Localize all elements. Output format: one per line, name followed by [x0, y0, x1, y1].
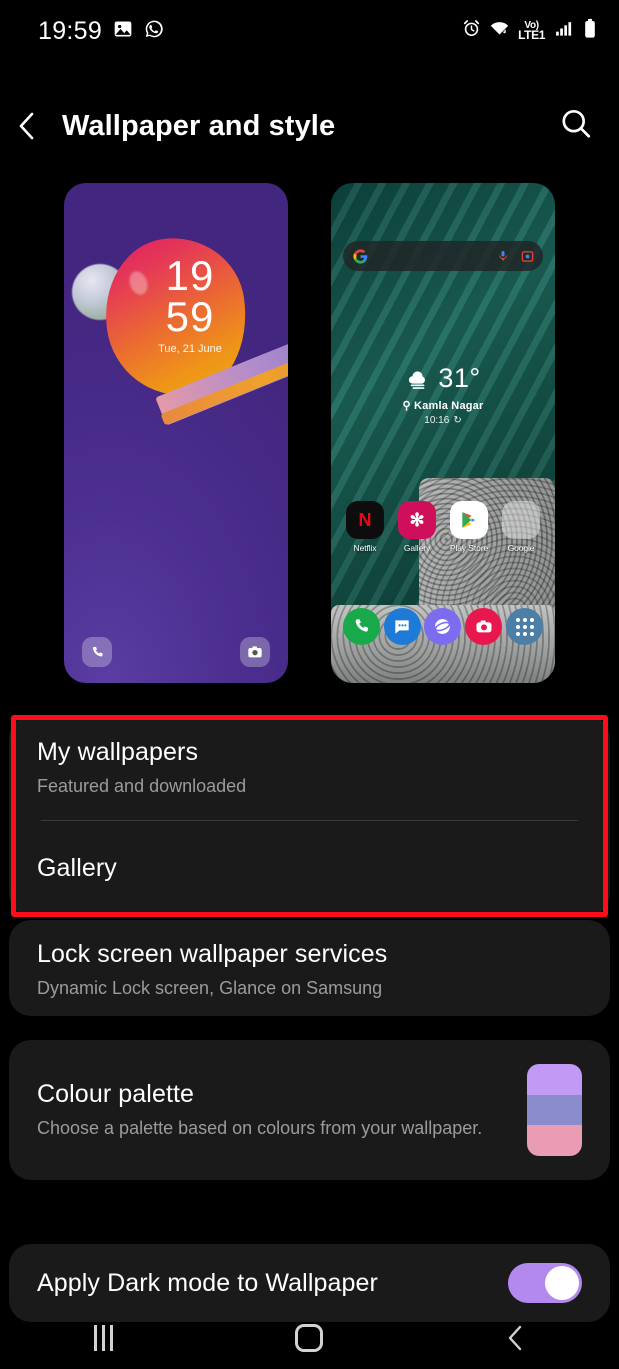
- swatch-band-1: [527, 1064, 582, 1095]
- search-icon: [562, 109, 591, 138]
- cloudy-icon: [409, 370, 426, 389]
- weather-widget[interactable]: 31° ⚲ Kamla Nagar 10:16 ↻: [331, 363, 555, 426]
- gallery-row[interactable]: Gallery: [9, 821, 610, 916]
- phone-screen: 19:59 Vo) LTE1 Wallpaper and style 19 59…: [0, 0, 619, 1369]
- weather-updated-time: 10:16 ↻: [424, 415, 462, 426]
- google-search-bar[interactable]: [343, 241, 543, 271]
- weather-main-row: 31°: [331, 363, 555, 394]
- dark-mode-toggle[interactable]: [508, 1263, 582, 1303]
- search-button[interactable]: [559, 107, 593, 146]
- swatch-band-2: [527, 1094, 582, 1126]
- home-app-row: N Netflix ✻ Gallery Play Store Google: [331, 501, 555, 553]
- app-label: Gallery: [403, 543, 431, 553]
- whatsapp-icon: [144, 19, 164, 44]
- google-g-icon: [353, 248, 368, 264]
- microphone-icon[interactable]: [497, 249, 509, 263]
- alarm-icon: [462, 19, 481, 43]
- lock-screen-services-title: Lock screen wallpaper services: [37, 939, 388, 968]
- camera-shortcut-icon[interactable]: [240, 637, 270, 667]
- status-bar-right: Vo) LTE1: [462, 18, 597, 44]
- navigation-bar: [0, 1307, 619, 1369]
- app-item[interactable]: N Netflix: [342, 501, 388, 553]
- colour-palette-row[interactable]: Colour palette Choose a palette based on…: [9, 1040, 610, 1180]
- back-icon: [508, 1325, 522, 1351]
- home-button[interactable]: [264, 1324, 354, 1352]
- status-bar-clock: 19:59: [38, 16, 103, 45]
- phone-shortcut-icon[interactable]: [82, 637, 112, 667]
- app-label: Google: [507, 543, 535, 553]
- dark-mode-text: Apply Dark mode to Wallpaper: [37, 1269, 508, 1298]
- colour-palette-subtitle: Choose a palette based on colours from y…: [37, 1117, 483, 1138]
- recents-icon: [93, 1325, 113, 1351]
- refresh-icon[interactable]: ↻: [453, 415, 461, 426]
- swatch-band-3: [527, 1125, 582, 1156]
- image-icon: [113, 19, 133, 44]
- my-wallpapers-title: My wallpapers: [37, 737, 199, 766]
- colour-palette-title: Colour palette: [37, 1079, 195, 1108]
- google-lens-icon[interactable]: [521, 250, 534, 263]
- home-screen-preview[interactable]: 31° ⚲ Kamla Nagar 10:16 ↻ N Netflix ✻ Ga…: [331, 183, 555, 683]
- lock-screen-shortcuts: [64, 637, 288, 667]
- my-wallpapers-text: My wallpapers Featured and downloaded: [37, 738, 582, 798]
- my-wallpapers-subtitle: Featured and downloaded: [37, 775, 247, 796]
- weather-temperature: 31°: [438, 363, 481, 393]
- gallery-text: Gallery: [37, 854, 582, 883]
- colour-palette-swatch[interactable]: [527, 1064, 582, 1156]
- pin-icon: ⚲: [402, 400, 411, 412]
- app-item[interactable]: ✻ Gallery: [394, 501, 440, 553]
- colour-palette-text: Colour palette Choose a palette based on…: [37, 1080, 509, 1140]
- app-header: Wallpaper and style: [0, 95, 619, 157]
- wallpaper-previews: 19 59 Tue, 21 June 31° ⚲ Kamla Nagar 10:…: [0, 183, 619, 683]
- colour-palette-card[interactable]: Colour palette Choose a palette based on…: [9, 1040, 610, 1180]
- toggle-knob: [545, 1266, 579, 1300]
- netflix-icon: N: [346, 501, 384, 539]
- signal-icon: [553, 19, 575, 43]
- volte-indicator: Vo) LTE1: [518, 19, 545, 43]
- wifi-icon: [489, 19, 510, 43]
- gallery-title: Gallery: [37, 854, 117, 882]
- phone-icon[interactable]: [342, 608, 380, 645]
- lock-screen-services-text: Lock screen wallpaper services Dynamic L…: [37, 940, 582, 1000]
- lock-screen-services-subtitle: Dynamic Lock screen, Glance on Samsung: [37, 977, 383, 998]
- messages-icon[interactable]: [383, 608, 421, 645]
- wallpaper-sources-card: My wallpapers Featured and downloaded Ga…: [9, 716, 610, 916]
- weather-location: ⚲ Kamla Nagar: [402, 400, 484, 412]
- status-bar-left: 19:59: [38, 17, 164, 46]
- play-store-icon: [450, 501, 488, 539]
- status-bar: 19:59 Vo) LTE1: [0, 0, 619, 62]
- page-title: Wallpaper and style: [62, 109, 336, 142]
- chevron-left-icon: [19, 112, 34, 140]
- back-button[interactable]: [0, 110, 54, 142]
- recents-button[interactable]: [58, 1325, 148, 1351]
- gallery-icon: ✻: [398, 501, 436, 539]
- app-item[interactable]: Play Store: [446, 501, 492, 553]
- internet-icon[interactable]: [424, 608, 462, 645]
- lock-screen-services-card[interactable]: Lock screen wallpaper services Dynamic L…: [9, 920, 610, 1016]
- lock-screen-services-row[interactable]: Lock screen wallpaper services Dynamic L…: [9, 924, 610, 1016]
- app-label: Netflix: [353, 543, 377, 553]
- back-nav-button[interactable]: [471, 1324, 561, 1352]
- search-bar-actions: [497, 249, 534, 263]
- apps-icon[interactable]: [506, 608, 544, 645]
- camera-icon[interactable]: [465, 608, 503, 645]
- battery-icon: [583, 18, 597, 44]
- my-wallpapers-row[interactable]: My wallpapers Featured and downloaded: [9, 716, 610, 820]
- home-icon: [295, 1324, 324, 1352]
- home-dock: [331, 608, 555, 645]
- app-label: Play Store: [449, 543, 489, 553]
- lock-screen-preview[interactable]: 19 59 Tue, 21 June: [64, 183, 288, 683]
- google-folder-icon: [502, 501, 540, 539]
- dark-mode-title: Apply Dark mode to Wallpaper: [37, 1268, 378, 1297]
- app-folder-item[interactable]: Google: [498, 501, 544, 553]
